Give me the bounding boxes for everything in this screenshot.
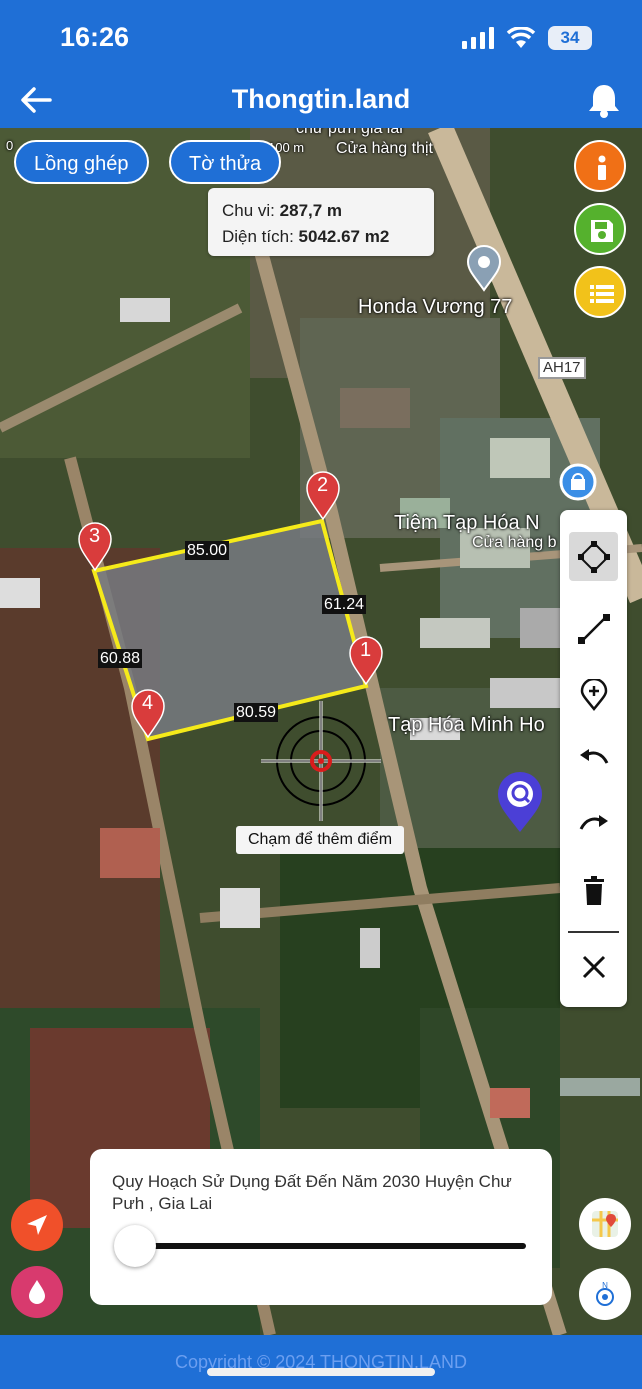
redo-tool[interactable] — [569, 800, 618, 849]
trash-icon — [584, 876, 604, 905]
map-label-shop1: Tiệm Tạp Hóa N — [394, 512, 540, 534]
list-button[interactable] — [574, 266, 626, 318]
line-tool[interactable] — [569, 604, 618, 653]
scale-start: 0 — [6, 138, 14, 153]
home-indicator[interactable] — [207, 1368, 435, 1376]
tap-to-add-hint: Chạm để thêm điểm — [236, 826, 404, 854]
place-pin-icon — [466, 245, 502, 292]
line-measure-icon — [578, 614, 610, 644]
polygon-tool[interactable] — [569, 532, 618, 581]
info-icon — [598, 155, 606, 180]
water-drop-icon — [29, 1280, 45, 1304]
opacity-slider-track[interactable] — [130, 1243, 526, 1249]
opacity-slider-thumb[interactable] — [114, 1225, 156, 1267]
shop-pin-icon — [559, 463, 597, 501]
info-button[interactable] — [574, 140, 626, 192]
save-button[interactable] — [574, 203, 626, 255]
parcel-chip[interactable]: Tờ thửa — [169, 140, 282, 184]
toolbox-divider — [568, 931, 619, 933]
vertex-label-1: 1 — [360, 639, 372, 661]
compass-button[interactable]: N — [579, 1268, 631, 1320]
map-label-top-place: Cửa hàng thịt — [336, 140, 433, 157]
draw-toolbox — [560, 510, 627, 1007]
add-pin-icon — [580, 679, 608, 711]
compass-icon: N — [596, 1281, 614, 1306]
redo-icon — [579, 815, 608, 830]
delete-tool[interactable] — [569, 866, 618, 915]
signal-icon — [462, 27, 494, 49]
list-icon — [590, 285, 614, 303]
save-icon — [591, 220, 613, 242]
undo-tool[interactable] — [569, 734, 618, 783]
add-point-tool[interactable] — [569, 670, 618, 719]
map-label-top-road: chư pưh gia lai — [296, 128, 403, 137]
edge-length-top: 85.00 — [185, 541, 230, 560]
search-location-icon[interactable] — [496, 772, 544, 834]
vertex-label-3: 3 — [89, 525, 101, 547]
app-header: 16:26 34 Thongtin.land — [0, 0, 642, 128]
app-title: Thongtin.land — [231, 84, 411, 114]
polygon-draw-icon — [578, 541, 610, 573]
footer-copyright: Copyright © 2024 THONGTIN.LAND — [0, 1335, 642, 1389]
overlay-chip[interactable]: Lồng ghép — [14, 140, 149, 184]
wifi-icon — [506, 27, 536, 48]
measurement-box: Chu vi: 287,7 m Diện tích: 5042.67 m2 — [208, 188, 434, 256]
perimeter-value: 287,7 m — [279, 201, 343, 220]
status-icons: 34 — [462, 26, 592, 50]
planning-layer-title: Quy Hoạch Sử Dụng Đất Đến Năm 2030 Huyện… — [112, 1172, 512, 1213]
vertex-label-4: 4 — [142, 692, 154, 714]
map-layer-button[interactable] — [579, 1198, 631, 1250]
status-time: 16:26 — [60, 22, 130, 52]
perimeter-label: Chu vi: — [222, 201, 275, 220]
water-button[interactable] — [11, 1266, 63, 1318]
edge-length-right: 61.24 — [322, 595, 367, 614]
battery-indicator: 34 — [548, 26, 592, 50]
vertex-label-2: 2 — [317, 474, 329, 496]
undo-icon — [580, 749, 609, 764]
map-label-shop2: Tạp Hóa Minh Ho — [388, 714, 545, 736]
map-label-honda: Honda Vương 77 — [358, 296, 513, 318]
highway-sign: AH17 — [538, 357, 586, 379]
close-tool[interactable] — [569, 942, 618, 991]
area-label: Diện tích: — [222, 227, 294, 246]
edge-length-left: 60.88 — [98, 649, 143, 668]
map-layer-icon — [592, 1211, 618, 1237]
edge-length-bottom: 80.59 — [234, 703, 279, 722]
locate-arrow-icon — [27, 1215, 47, 1235]
map-label-shop1-sub: Cửa hàng b — [472, 534, 557, 551]
bell-icon[interactable] — [584, 80, 624, 120]
close-icon — [582, 955, 606, 979]
planning-layer-card: Quy Hoạch Sử Dụng Đất Đến Năm 2030 Huyện… — [90, 1149, 552, 1305]
locate-button[interactable] — [11, 1199, 63, 1251]
area-value: 5042.67 m2 — [298, 227, 390, 246]
